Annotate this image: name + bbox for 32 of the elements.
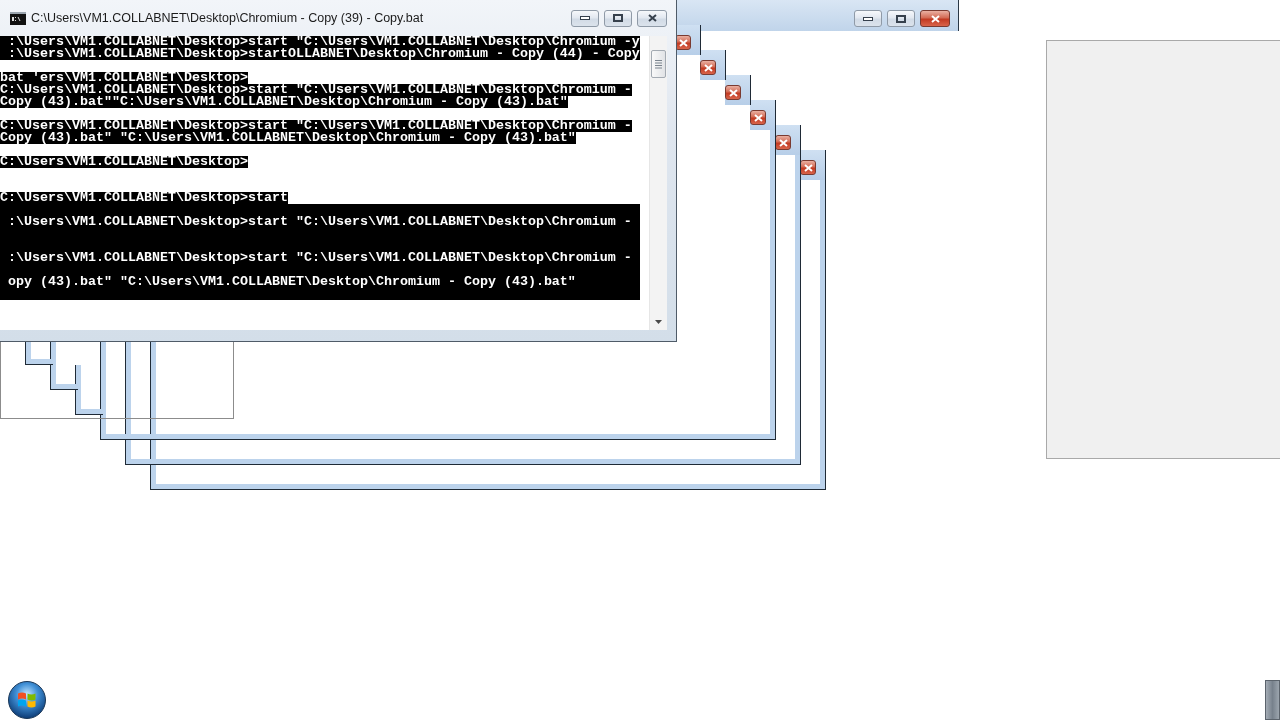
close-button[interactable] [725, 85, 741, 100]
close-icon [930, 14, 940, 23]
close-icon [753, 113, 763, 122]
close-button[interactable] [637, 9, 667, 27]
close-icon [703, 63, 713, 72]
console-line: :\Users\VM1.COLLABNET\Desktop>start "C:\Users\VM1.COLLABNET\Desktop\Chromium - [7, 252, 632, 264]
close-icon [778, 138, 788, 147]
start-button[interactable] [8, 681, 46, 719]
window-title: C:\Users\VM1.COLLABNET\Desktop\Chromium - Copy (39) - Copy.bat [31, 11, 424, 25]
minimize-icon [863, 16, 873, 21]
maximize-icon [896, 14, 906, 23]
close-button[interactable] [750, 110, 766, 125]
maximize-button[interactable] [604, 9, 632, 27]
minimize-button[interactable] [854, 10, 882, 27]
minimize-button[interactable] [571, 9, 599, 27]
close-icon [728, 88, 738, 97]
start-orb-icon [8, 681, 46, 719]
caret-down-icon [655, 320, 662, 324]
console-icon [10, 11, 26, 25]
close-icon [647, 14, 657, 22]
close-button[interactable] [920, 10, 950, 27]
close-icon [678, 38, 688, 47]
grip-icon [655, 59, 662, 69]
scroll-thumb[interactable] [651, 50, 666, 78]
show-desktop-button[interactable] [1265, 680, 1280, 720]
maximize-button[interactable] [887, 10, 915, 27]
minimize-icon [580, 16, 590, 20]
console-line: opy (43).bat" "C:\Users\VM1.COLLABNET\Desktop\Chromium - Copy (43).bat" [7, 276, 576, 288]
maximize-icon [613, 14, 623, 22]
console-line: :\Users\VM1.COLLABNET\Desktop>start "C:\Users\VM1.COLLABNET\Desktop\Chromium - [7, 216, 632, 228]
close-icon [803, 163, 813, 172]
close-button[interactable] [700, 60, 716, 75]
